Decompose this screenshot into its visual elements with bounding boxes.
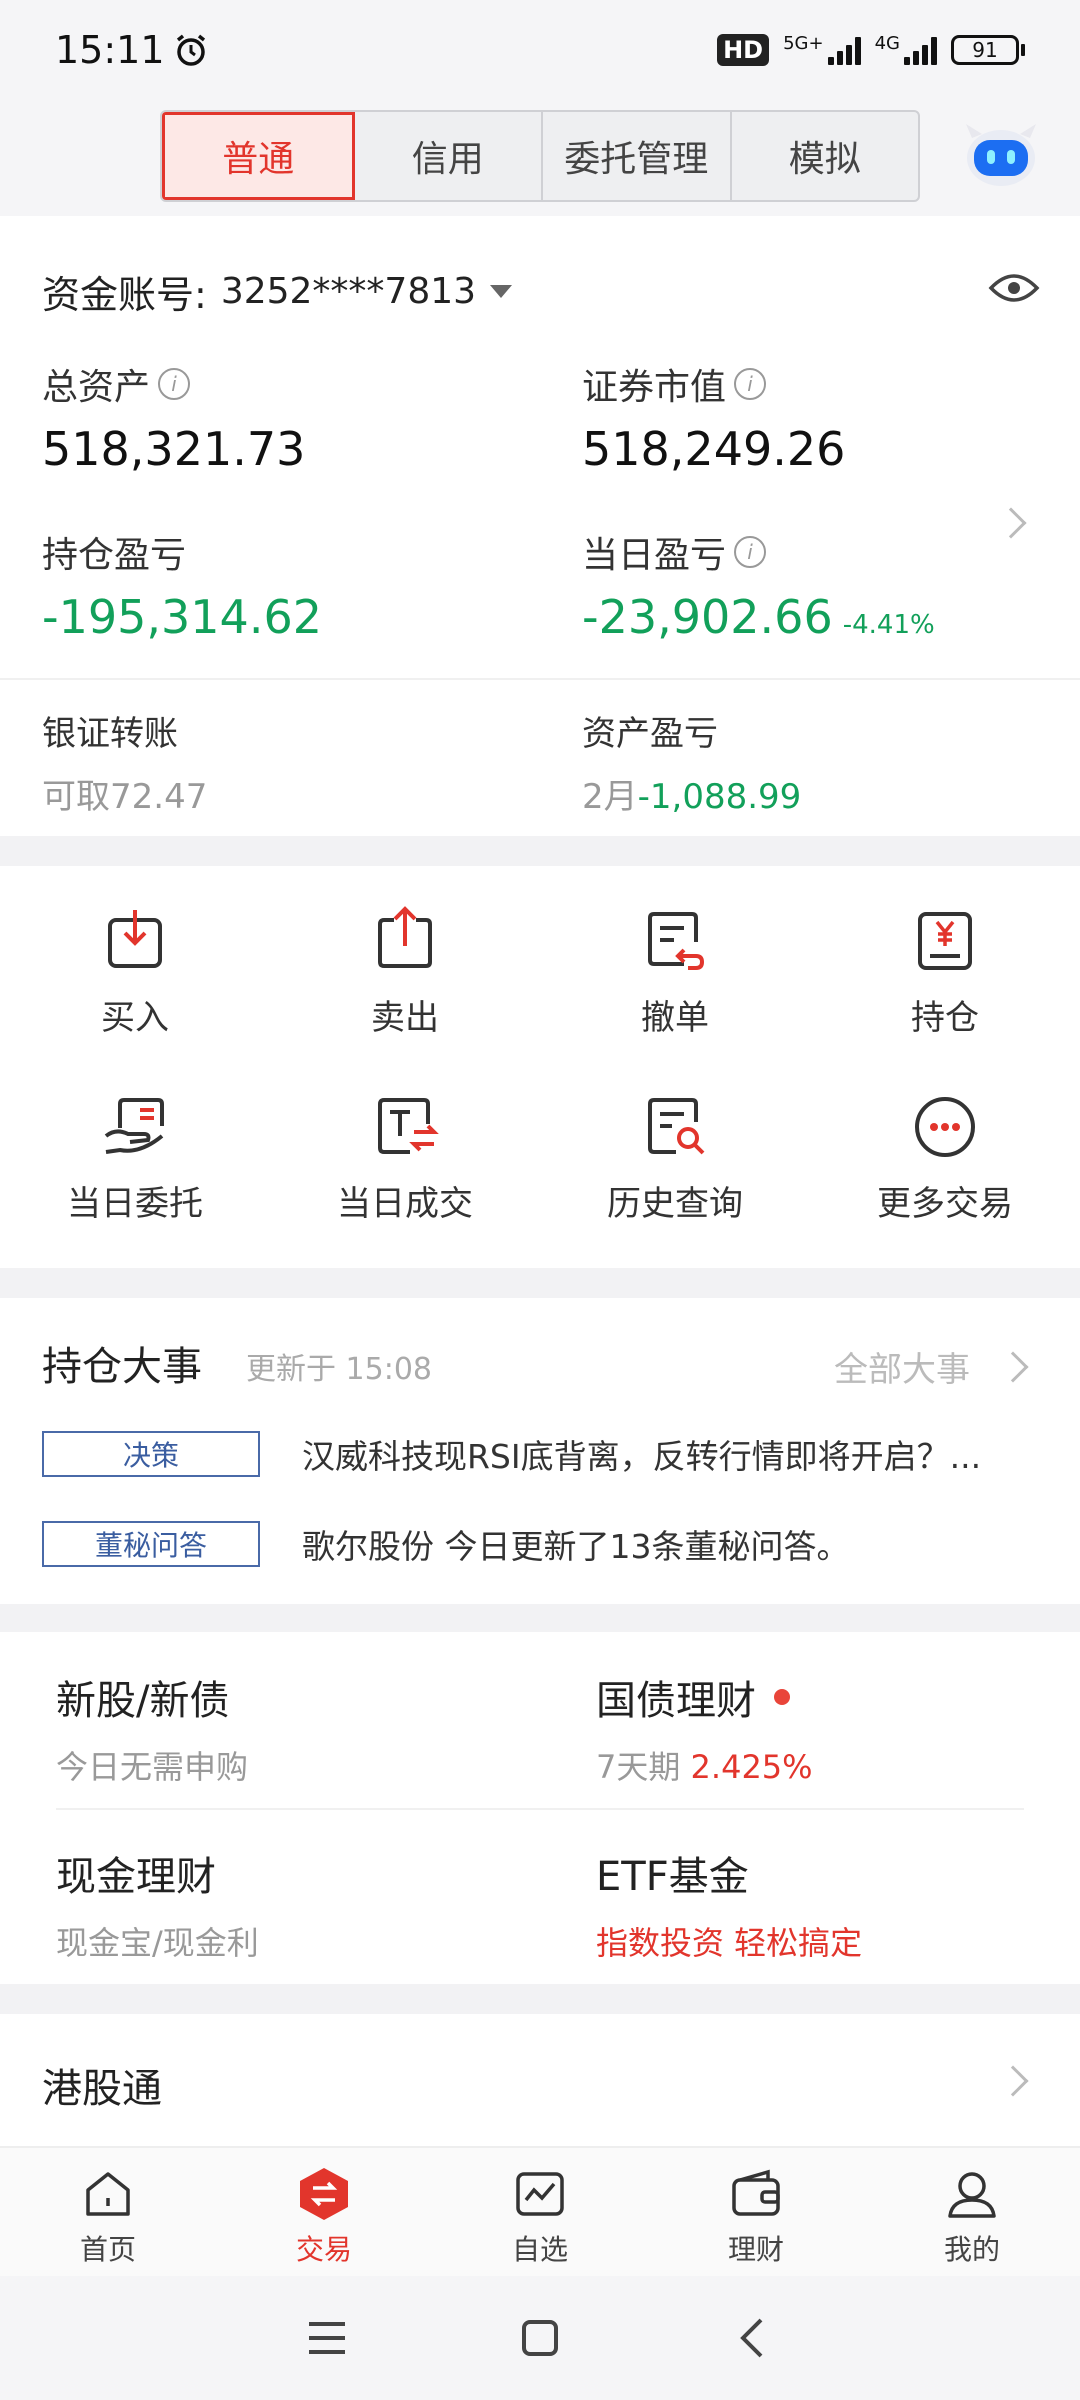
nav-mine[interactable]: 我的: [864, 2148, 1080, 2276]
total-assets-value: 518,321.73: [42, 422, 306, 476]
info-icon[interactable]: i: [734, 368, 767, 400]
tab-credit[interactable]: 信用: [355, 112, 543, 200]
treasury-bond-entry[interactable]: 国债理财 7天期 2.425%: [596, 1668, 813, 1788]
holdings-button[interactable]: 持仓: [810, 906, 1080, 1039]
day-pnl: 当日盈亏 i -23,902.66 -4.41%: [582, 535, 935, 644]
events-title: 持仓大事: [42, 1344, 202, 1390]
wallet-icon: [732, 2169, 780, 2216]
today-deals-button[interactable]: 当日成交: [270, 1092, 540, 1225]
securities-value-number: 518,249.26: [582, 422, 846, 476]
buy-icon: [108, 910, 162, 968]
day-pnl-value: -23,902.66: [582, 590, 833, 644]
event-tag: 董秘问答: [42, 1521, 260, 1567]
position-pnl-value: -195,314.62: [42, 590, 322, 644]
events-updated-time: 更新于 15:08: [246, 1352, 432, 1387]
today-orders-button[interactable]: 当日委托: [0, 1092, 270, 1225]
status-time: 15:11: [55, 28, 165, 72]
bank-transfer[interactable]: 银证转账 可取72.47: [42, 706, 207, 818]
bond-rate: 2.425%: [690, 1748, 813, 1786]
history-search-icon: [648, 1098, 705, 1155]
history-search-button[interactable]: 历史查询: [540, 1092, 810, 1225]
list-item[interactable]: 决策 汉威科技现RSI底背离，反转行情即将开启？...: [42, 1430, 1038, 1478]
top-bar: 普通 信用 委托管理 模拟: [0, 100, 1080, 216]
all-events-link[interactable]: 全部大事: [834, 1342, 970, 1391]
nav-home[interactable]: 首页: [0, 2148, 216, 2276]
user-icon: [948, 2172, 996, 2218]
more-trades-button[interactable]: 更多交易: [810, 1092, 1080, 1225]
signal-4g: 4G: [875, 35, 937, 65]
menu-icon[interactable]: [303, 2314, 351, 2362]
cash-management-entry[interactable]: 现金理财 现金宝/现金利: [56, 1844, 259, 1964]
info-icon[interactable]: i: [734, 536, 767, 568]
tab-order-management[interactable]: 委托管理: [543, 112, 732, 200]
etf-fund-entry[interactable]: ETF基金 指数投资 轻松搞定: [596, 1844, 862, 1964]
today-orders-icon: [104, 1098, 164, 1154]
info-icon[interactable]: i: [158, 368, 191, 400]
account-number: 3252****7813: [220, 271, 477, 312]
today-deals-icon: [378, 1098, 439, 1154]
system-nav-bar: [0, 2276, 1080, 2400]
status-bar: 15:11 HD 5G+ 4G 91: [0, 0, 1080, 100]
hk-connect-entry[interactable]: 港股通: [0, 2014, 1080, 2146]
new-ipo-entry[interactable]: 新股/新债 今日无需申购: [56, 1668, 248, 1788]
robot-assistant-icon[interactable]: [962, 120, 1040, 190]
home-icon: [86, 2172, 130, 2216]
position-pnl: 持仓盈亏 -195,314.62: [42, 535, 322, 644]
bottom-nav: 首页 交易 自选 理财 我的: [0, 2146, 1080, 2276]
caret-down-icon: [490, 285, 513, 298]
list-item[interactable]: 董秘问答 歌尔股份 今日更新了13条董秘问答。: [42, 1520, 1038, 1568]
account-type-tabs: 普通 信用 委托管理 模拟: [160, 110, 920, 202]
cancel-order-icon: [648, 912, 705, 970]
eye-icon[interactable]: [988, 268, 1040, 308]
nav-finance[interactable]: 理财: [648, 2148, 864, 2276]
buy-button[interactable]: 买入: [0, 906, 270, 1039]
event-tag: 决策: [42, 1431, 260, 1477]
asset-pnl[interactable]: 资产盈亏 2月-1,088.99: [582, 706, 801, 818]
event-text: 汉威科技现RSI底背离，反转行情即将开启？...: [302, 1437, 982, 1476]
trade-function-grid: 买入 卖出 撤单 持仓 当日委托 当日成交 历史查询 更多交易: [0, 866, 1080, 1268]
nav-watchlist[interactable]: 自选: [432, 2148, 648, 2276]
notification-dot: [774, 1689, 790, 1705]
account-label: 资金账号:: [42, 273, 207, 317]
sell-icon: [378, 906, 432, 968]
home-square-icon[interactable]: [516, 2314, 564, 2362]
holdings-icon: [918, 912, 972, 970]
chevron-right-icon[interactable]: [995, 507, 1027, 539]
tab-simulation[interactable]: 模拟: [732, 112, 919, 200]
battery-icon: 91: [951, 35, 1025, 65]
securities-value: 证券市值 i 518,249.26: [582, 367, 846, 476]
chart-icon: [516, 2172, 564, 2216]
divider: [0, 678, 1080, 680]
account-selector[interactable]: 资金账号: 3252****7813: [42, 264, 513, 319]
alarm-icon: [176, 34, 205, 66]
nav-trade[interactable]: 交易: [216, 2148, 432, 2276]
cancel-order-button[interactable]: 撤单: [540, 906, 810, 1039]
day-pnl-pct: -4.41%: [842, 610, 935, 640]
sell-button[interactable]: 卖出: [270, 906, 540, 1039]
tab-normal[interactable]: 普通: [162, 112, 355, 200]
more-icon: [915, 1097, 975, 1157]
account-summary-card: 资金账号: 3252****7813 总资产 i 518,321.73 证券市值 i…: [0, 216, 1080, 836]
holding-events-card: 持仓大事 更新于 15:08 全部大事 决策 汉威科技现RSI底背离，反转行情即…: [0, 1298, 1080, 1604]
products-card: 新股/新债 今日无需申购 国债理财 7天期 2.425% 现金理财 现金宝/现金…: [0, 1632, 1080, 1984]
chevron-right-icon: [997, 2065, 1029, 2097]
asset-pnl-value: -1,088.99: [637, 777, 802, 817]
hd-badge: HD: [717, 34, 770, 66]
divider: [56, 1808, 1024, 1810]
signal-5g: 5G+: [783, 35, 861, 65]
back-icon[interactable]: [729, 2314, 777, 2362]
total-assets: 总资产 i 518,321.73: [42, 367, 306, 476]
event-text: 歌尔股份 今日更新了13条董秘问答。: [302, 1527, 850, 1566]
trade-icon: [300, 2168, 348, 2220]
available-funds: 可取72.47: [42, 777, 208, 817]
chevron-right-icon[interactable]: [997, 1351, 1029, 1383]
